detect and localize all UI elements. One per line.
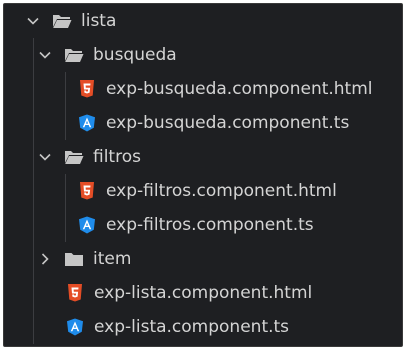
chevron-down-icon[interactable] <box>25 13 41 29</box>
folder-icon <box>63 249 85 269</box>
tree-item-file-ts[interactable]: exp-filtros.component.ts <box>4 208 402 242</box>
tree-item-file-ts[interactable]: exp-busqueda.component.ts <box>4 106 402 140</box>
tree-item-label: busqueda <box>93 44 177 65</box>
html5-icon <box>76 79 98 99</box>
folder-open-icon <box>63 45 85 65</box>
angular-icon <box>64 317 86 337</box>
tree-item-file-ts[interactable]: exp-lista.component.ts <box>4 310 402 344</box>
folder-open-icon <box>63 147 85 167</box>
tree-item-file-html[interactable]: exp-lista.component.html <box>4 276 402 310</box>
tree-item-file-html[interactable]: exp-filtros.component.html <box>4 174 402 208</box>
chevron-right-icon[interactable] <box>37 251 53 267</box>
angular-icon <box>76 215 98 235</box>
tree-item-folder-lista[interactable]: lista <box>4 4 402 38</box>
tree-item-label: exp-filtros.component.html <box>106 180 337 201</box>
folder-open-icon <box>51 11 73 31</box>
tree-item-folder-filtros[interactable]: filtros <box>4 140 402 174</box>
tree-item-label: filtros <box>93 146 141 167</box>
file-explorer-panel: lista busqueda exp-busqueda.component.ht… <box>3 3 403 347</box>
angular-icon <box>76 113 98 133</box>
tree-item-label: lista <box>81 10 117 31</box>
tree-item-label: exp-filtros.component.ts <box>106 214 314 235</box>
tree-item-folder-item[interactable]: item <box>4 242 402 276</box>
tree-item-label: exp-lista.component.html <box>94 282 313 303</box>
tree-item-folder-busqueda[interactable]: busqueda <box>4 38 402 72</box>
file-tree: lista busqueda exp-busqueda.component.ht… <box>4 4 402 346</box>
tree-item-label: exp-lista.component.ts <box>94 316 290 337</box>
tree-item-file-html[interactable]: exp-busqueda.component.html <box>4 72 402 106</box>
tree-item-label: exp-busqueda.component.html <box>106 78 373 99</box>
html5-icon <box>64 283 86 303</box>
html5-icon <box>76 181 98 201</box>
tree-item-label: exp-busqueda.component.ts <box>106 112 350 133</box>
tree-item-label: item <box>93 248 132 269</box>
chevron-down-icon[interactable] <box>37 47 53 63</box>
chevron-down-icon[interactable] <box>37 149 53 165</box>
